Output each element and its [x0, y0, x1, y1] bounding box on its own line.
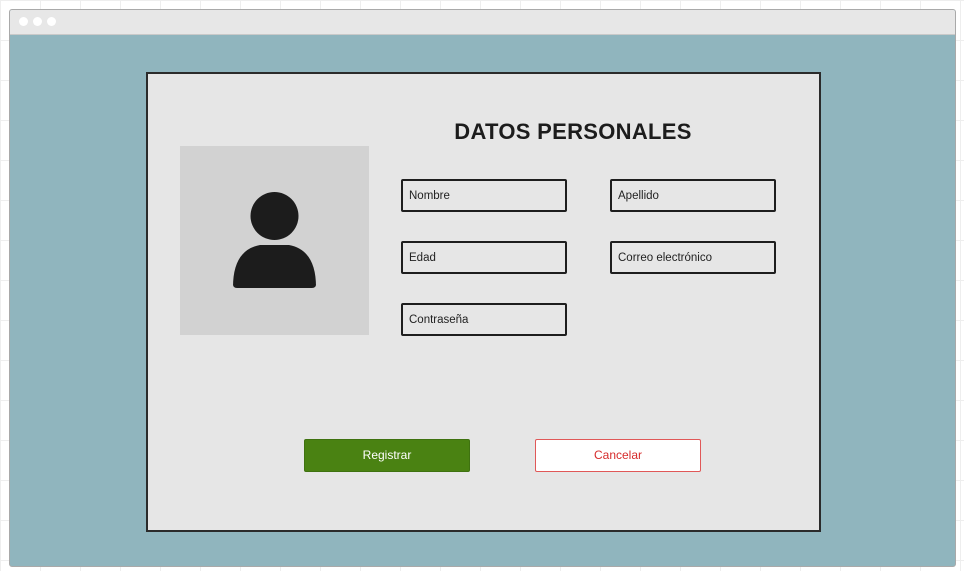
apellido-input[interactable]	[610, 179, 776, 212]
window-dot-2[interactable]	[33, 17, 42, 26]
cancelar-button[interactable]: Cancelar	[535, 439, 701, 472]
correo-input[interactable]	[610, 241, 776, 274]
form-title: DATOS PERSONALES	[454, 119, 692, 144]
nombre-input[interactable]	[401, 179, 567, 212]
contrasena-input[interactable]	[401, 303, 567, 336]
window-dot-1[interactable]	[19, 17, 28, 26]
personal-data-form: DATOS PERSONALES Registrar Cancelar	[146, 72, 821, 532]
registrar-button[interactable]: Registrar	[304, 439, 470, 472]
window-titlebar	[10, 10, 955, 35]
app-window: DATOS PERSONALES Registrar Cancelar	[9, 9, 956, 567]
window-dot-3[interactable]	[47, 17, 56, 26]
avatar-placeholder[interactable]	[180, 146, 369, 335]
edad-input[interactable]	[401, 241, 567, 274]
user-icon	[233, 192, 316, 288]
canvas-background: DATOS PERSONALES Registrar Cancelar	[0, 0, 964, 571]
